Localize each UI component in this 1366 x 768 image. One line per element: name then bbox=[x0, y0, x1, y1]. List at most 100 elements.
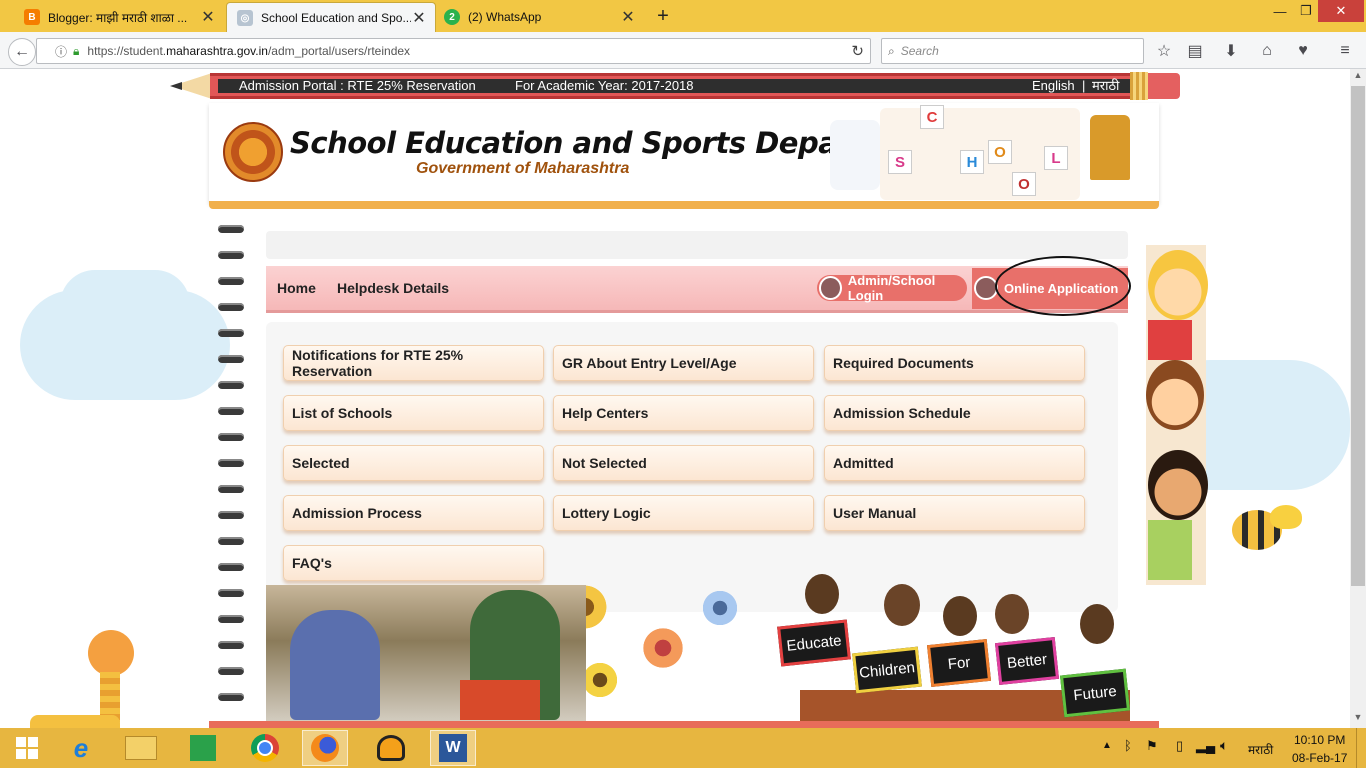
new-tab-button[interactable]: + bbox=[652, 4, 674, 28]
tab-title: School Education and Spo... bbox=[261, 11, 411, 25]
cartoon-boy bbox=[1148, 450, 1208, 520]
spiral-ring bbox=[218, 641, 244, 649]
search-placeholder: Search bbox=[900, 44, 939, 58]
battery-icon[interactable]: ▯ bbox=[1176, 738, 1183, 754]
spiral-ring bbox=[218, 459, 244, 467]
back-icon[interactable]: ← bbox=[8, 38, 36, 66]
menu-helpdesk[interactable]: Helpdesk Details bbox=[337, 280, 449, 296]
hamburger-menu-icon[interactable]: ≡ bbox=[1334, 40, 1356, 62]
faqs-button[interactable]: FAQ's bbox=[283, 545, 544, 581]
user-manual-button[interactable]: User Manual bbox=[824, 495, 1085, 531]
spiral-ring bbox=[218, 251, 244, 259]
board-better: Better bbox=[994, 636, 1060, 686]
restore-icon[interactable]: ❐ bbox=[1292, 0, 1320, 22]
lang-english-link[interactable]: English bbox=[1032, 77, 1075, 95]
admitted-button[interactable]: Admitted bbox=[824, 445, 1085, 481]
school-letter: O bbox=[988, 140, 1012, 164]
flower-decoration bbox=[580, 660, 620, 700]
student-figure bbox=[290, 610, 380, 720]
store-icon[interactable] bbox=[180, 730, 226, 766]
close-tab-icon[interactable]: ✕ bbox=[411, 8, 427, 28]
minimize-icon[interactable]: — bbox=[1266, 0, 1294, 22]
clock-date[interactable]: 08-Feb-17 bbox=[1292, 751, 1347, 765]
show-desktop-button[interactable] bbox=[1356, 728, 1366, 768]
pocket-icon[interactable]: ♥ bbox=[1292, 40, 1314, 62]
reload-icon[interactable]: ↻ bbox=[851, 42, 864, 60]
child-figure bbox=[884, 584, 920, 626]
spiral-ring bbox=[218, 563, 244, 571]
file-explorer-icon[interactable] bbox=[118, 730, 164, 766]
scroll-down-icon[interactable]: ▼ bbox=[1351, 712, 1365, 726]
gr-entry-level-button[interactable]: GR About Entry Level/Age bbox=[553, 345, 814, 381]
scroll-up-icon[interactable]: ▲ bbox=[1351, 70, 1365, 84]
school-letter: C bbox=[920, 105, 944, 129]
search-input[interactable]: ⌕ Search bbox=[881, 38, 1144, 64]
department-subtitle: Government of Maharashtra bbox=[416, 160, 630, 177]
info-icon[interactable]: ⓘ bbox=[55, 43, 67, 60]
spiral-ring bbox=[218, 407, 244, 415]
home-icon[interactable]: ⌂ bbox=[1256, 40, 1278, 62]
url-path: /adm_portal/users/rteindex bbox=[267, 44, 411, 58]
book-image bbox=[460, 680, 540, 720]
help-centers-button[interactable]: Help Centers bbox=[553, 395, 814, 431]
spiral-ring bbox=[218, 485, 244, 493]
tray-expand-icon[interactable]: ▲ bbox=[1102, 740, 1112, 751]
child-figure bbox=[995, 594, 1029, 634]
url-domain: maharashtra.gov.in bbox=[166, 44, 268, 58]
admin-login-label: Admin/School Login bbox=[847, 273, 936, 303]
bluetooth-icon[interactable]: ᛒ bbox=[1124, 738, 1132, 753]
maharashtra-emblem-icon bbox=[223, 122, 283, 182]
admin-school-login-button[interactable]: Admin/School Login bbox=[817, 273, 967, 303]
tab-school-education[interactable]: ◎ School Education and Spo... ✕ bbox=[226, 2, 436, 33]
close-tab-icon[interactable]: ✕ bbox=[620, 7, 636, 27]
input-language[interactable]: मराठी bbox=[1248, 741, 1273, 758]
reading-list-icon[interactable]: ▤ bbox=[1184, 40, 1206, 62]
lottery-logic-button[interactable]: Lottery Logic bbox=[553, 495, 814, 531]
windows-logo-icon bbox=[16, 737, 38, 759]
child-figure bbox=[805, 574, 839, 614]
spiral-ring bbox=[218, 693, 244, 701]
spiral-ring bbox=[218, 615, 244, 623]
audacity-icon[interactable] bbox=[368, 730, 414, 766]
flower-decoration bbox=[700, 588, 740, 628]
close-tab-icon[interactable]: ✕ bbox=[200, 7, 216, 27]
firefox-icon[interactable] bbox=[302, 730, 348, 766]
tab-whatsapp[interactable]: 2 (2) WhatsApp ✕ bbox=[434, 2, 644, 32]
required-documents-button[interactable]: Required Documents bbox=[824, 345, 1085, 381]
internet-explorer-icon[interactable]: e bbox=[58, 730, 104, 766]
pencil-ferrule bbox=[1130, 72, 1148, 100]
admission-process-button[interactable]: Admission Process bbox=[283, 495, 544, 531]
spiral-ring bbox=[218, 225, 244, 233]
bookmark-star-icon[interactable]: ☆ bbox=[1153, 40, 1175, 62]
scrollbar-thumb[interactable] bbox=[1351, 86, 1365, 586]
list-of-schools-button[interactable]: List of Schools bbox=[283, 395, 544, 431]
admission-schedule-button[interactable]: Admission Schedule bbox=[824, 395, 1085, 431]
clock-time[interactable]: 10:10 PM bbox=[1294, 733, 1345, 747]
tab-blogger[interactable]: B Blogger: माझी मराठी शाळा ... ✕ bbox=[14, 2, 224, 32]
spiral-ring bbox=[218, 355, 244, 363]
selected-button[interactable]: Selected bbox=[283, 445, 544, 481]
volume-icon[interactable]: 🔈︎ bbox=[1220, 737, 1228, 754]
windows-start-icon[interactable] bbox=[4, 730, 50, 766]
chrome-icon[interactable] bbox=[242, 730, 288, 766]
spiral-ring bbox=[218, 329, 244, 337]
spiral-ring bbox=[218, 537, 244, 545]
action-center-flag-icon[interactable]: ⚑ bbox=[1146, 738, 1158, 754]
spiral-ring bbox=[218, 277, 244, 285]
menu-home[interactable]: Home bbox=[277, 280, 316, 296]
lang-marathi-link[interactable]: मराठी bbox=[1092, 77, 1119, 95]
school-letter: L bbox=[1044, 146, 1068, 170]
close-window-icon[interactable]: ✕ bbox=[1318, 0, 1364, 22]
blogger-icon: B bbox=[24, 9, 40, 25]
notifications-button[interactable]: Notifications for RTE 25% Reservation bbox=[283, 345, 544, 381]
cartoon-shirt bbox=[1148, 520, 1192, 580]
not-selected-button[interactable]: Not Selected bbox=[553, 445, 814, 481]
whatsapp-icon: 2 bbox=[444, 9, 460, 25]
lang-separator: | bbox=[1082, 78, 1086, 93]
network-signal-icon[interactable]: ▂▄ bbox=[1196, 738, 1215, 754]
hand-drawn-circle-annotation bbox=[995, 256, 1131, 316]
downloads-icon[interactable]: ⬇ bbox=[1220, 40, 1242, 62]
marquee-strip bbox=[266, 231, 1128, 259]
url-bar[interactable]: ⓘ 🔒︎ https://student. maharashtra.gov.in /… bbox=[36, 38, 871, 64]
word-icon[interactable]: W bbox=[430, 730, 476, 766]
